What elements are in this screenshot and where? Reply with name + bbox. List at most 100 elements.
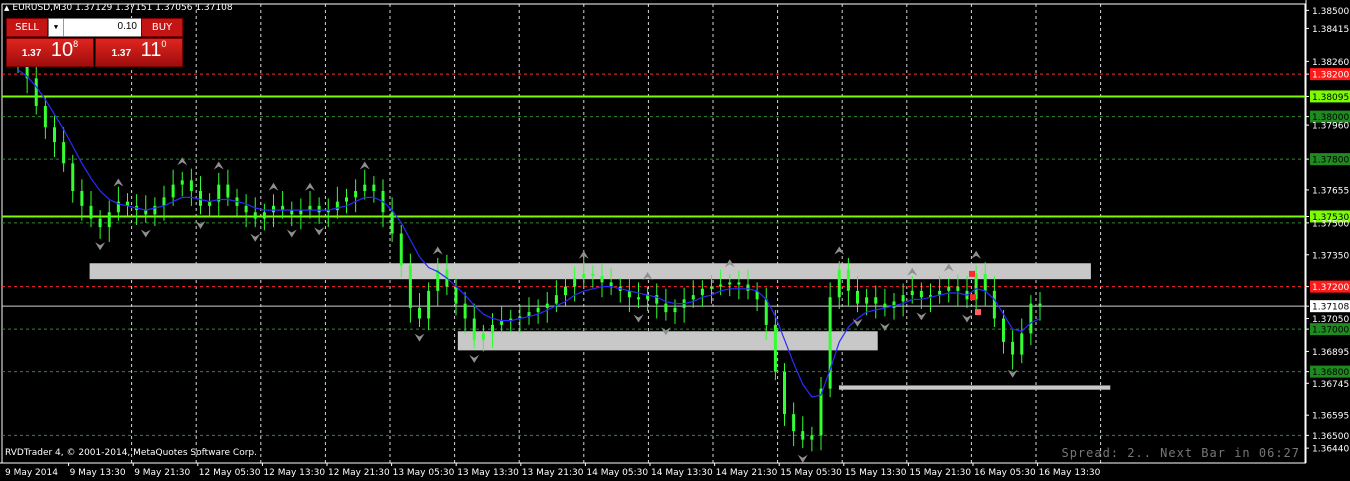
buy-button[interactable]: BUY	[141, 18, 183, 37]
time-tick-label: 13 May 13:30	[457, 468, 519, 478]
support-resistance-zone	[89, 263, 1091, 280]
trade-marker-icon	[970, 294, 976, 301]
sell-price-sup: 8	[73, 39, 79, 49]
price-tick-label: 1.37960	[1312, 122, 1349, 132]
candle-body	[71, 163, 75, 191]
candle-body	[317, 205, 321, 213]
candle-body	[719, 284, 723, 287]
candle-body	[345, 197, 348, 202]
price-tick-label: 1.37200	[1312, 283, 1349, 293]
candle-body	[609, 282, 613, 287]
candle-body	[892, 301, 896, 308]
candle-body	[956, 286, 960, 291]
support-resistance-zone	[457, 331, 878, 351]
price-tick-label: 1.38095	[1312, 93, 1349, 103]
price-tick-label: 1.36500	[1312, 432, 1349, 442]
fractal-up-icon	[268, 182, 279, 191]
fractal-up-icon	[359, 161, 370, 170]
lot-size-input[interactable]	[65, 20, 137, 33]
price-tick-label: 1.37655	[1312, 186, 1349, 196]
candle-body	[290, 210, 294, 215]
candle-body	[500, 320, 504, 325]
candle-body	[627, 290, 631, 298]
time-tick-label: 16 May 05:30	[974, 468, 1036, 478]
candle-body	[43, 106, 47, 128]
candle-body	[1011, 341, 1015, 355]
candle-body	[983, 273, 987, 291]
candle-body	[208, 201, 212, 206]
fractal-down-icon	[879, 323, 890, 331]
candle-body	[573, 278, 577, 287]
time-tick-label: 13 May 21:30	[522, 468, 584, 478]
price-chart[interactable]: 1.385001.384151.382601.382001.380951.380…	[0, 0, 1350, 481]
candle-body	[354, 191, 358, 198]
candle-body	[199, 191, 202, 206]
candle-body	[363, 184, 367, 191]
sell-price-button[interactable]: 1.37 108	[6, 38, 94, 67]
fractal-down-icon	[314, 227, 325, 236]
chevron-down-icon[interactable]: ▼	[49, 19, 64, 36]
fractal-down-icon	[962, 314, 972, 323]
candle-body	[591, 273, 595, 276]
candle-body	[144, 210, 148, 215]
candle-body	[673, 307, 677, 313]
candle-body	[463, 303, 467, 319]
candle-body	[1029, 303, 1033, 334]
candle-body	[910, 290, 914, 296]
candle-body	[372, 184, 376, 191]
candle-body	[281, 205, 285, 211]
candle-body	[728, 282, 732, 285]
price-tick-label: 1.38415	[1312, 25, 1349, 35]
candle-body	[664, 303, 668, 313]
candle-body	[299, 210, 303, 215]
candle-body	[171, 184, 175, 198]
price-tick-label: 1.36800	[1312, 368, 1349, 378]
candle-body	[828, 297, 832, 389]
candle-body	[564, 286, 567, 296]
time-tick-label: 14 May 05:30	[586, 468, 648, 478]
time-tick-label: 14 May 13:30	[651, 468, 713, 478]
fractal-down-icon	[852, 318, 863, 327]
candle-body	[481, 333, 485, 340]
candle-body	[792, 414, 796, 432]
fractal-down-icon	[633, 314, 644, 323]
price-tick-label: 1.37800	[1312, 156, 1349, 166]
sell-button[interactable]: SELL	[6, 18, 48, 37]
time-tick-label: 12 May 05:30	[199, 468, 261, 478]
one-click-trade-panel: SELL ▼ BUY 1.37 108 1.37 110	[6, 18, 183, 67]
candle-body	[1038, 303, 1042, 306]
plot-frame	[1, 3, 1306, 464]
candle-body	[89, 205, 93, 219]
candle-body	[180, 180, 184, 185]
candle-body	[399, 233, 403, 266]
candle-body	[901, 295, 905, 302]
copyright-text: RVDTrader 4, © 2001-2014, MetaQuotes Sof…	[5, 448, 257, 458]
time-tick-label: 9 May 2014	[5, 468, 58, 478]
candle-body	[700, 288, 704, 296]
candle-body	[244, 205, 248, 213]
candle-body	[262, 212, 266, 219]
buy-price-button[interactable]: 1.37 110	[95, 38, 183, 67]
fractal-up-icon	[177, 157, 188, 166]
price-tick-label: 1.38200	[1312, 71, 1349, 81]
sell-price-big: 10	[50, 39, 74, 61]
candle-body	[783, 371, 786, 415]
candle-body	[947, 286, 951, 291]
buy-price-sup: 0	[161, 39, 167, 49]
candle-body	[837, 269, 841, 298]
candle-body	[62, 142, 66, 164]
candle-body	[34, 78, 38, 106]
time-tick-label: 15 May 21:30	[909, 468, 971, 478]
fractal-up-icon	[305, 182, 315, 191]
candle-body	[737, 282, 741, 285]
candle-body	[226, 184, 230, 198]
price-tick-label: 1.37500	[1312, 219, 1349, 229]
candle-body	[773, 324, 777, 372]
symbol-info: EURUSD,M30 1.37129 1.37151 1.37056 1.371…	[12, 3, 233, 13]
candle-body	[554, 295, 558, 304]
lot-size-stepper[interactable]: ▼	[48, 18, 142, 37]
candle-body	[272, 205, 275, 213]
fractal-down-icon	[1007, 369, 1018, 378]
time-tick-label: 12 May 13:30	[263, 468, 325, 478]
candle-body	[536, 307, 540, 313]
